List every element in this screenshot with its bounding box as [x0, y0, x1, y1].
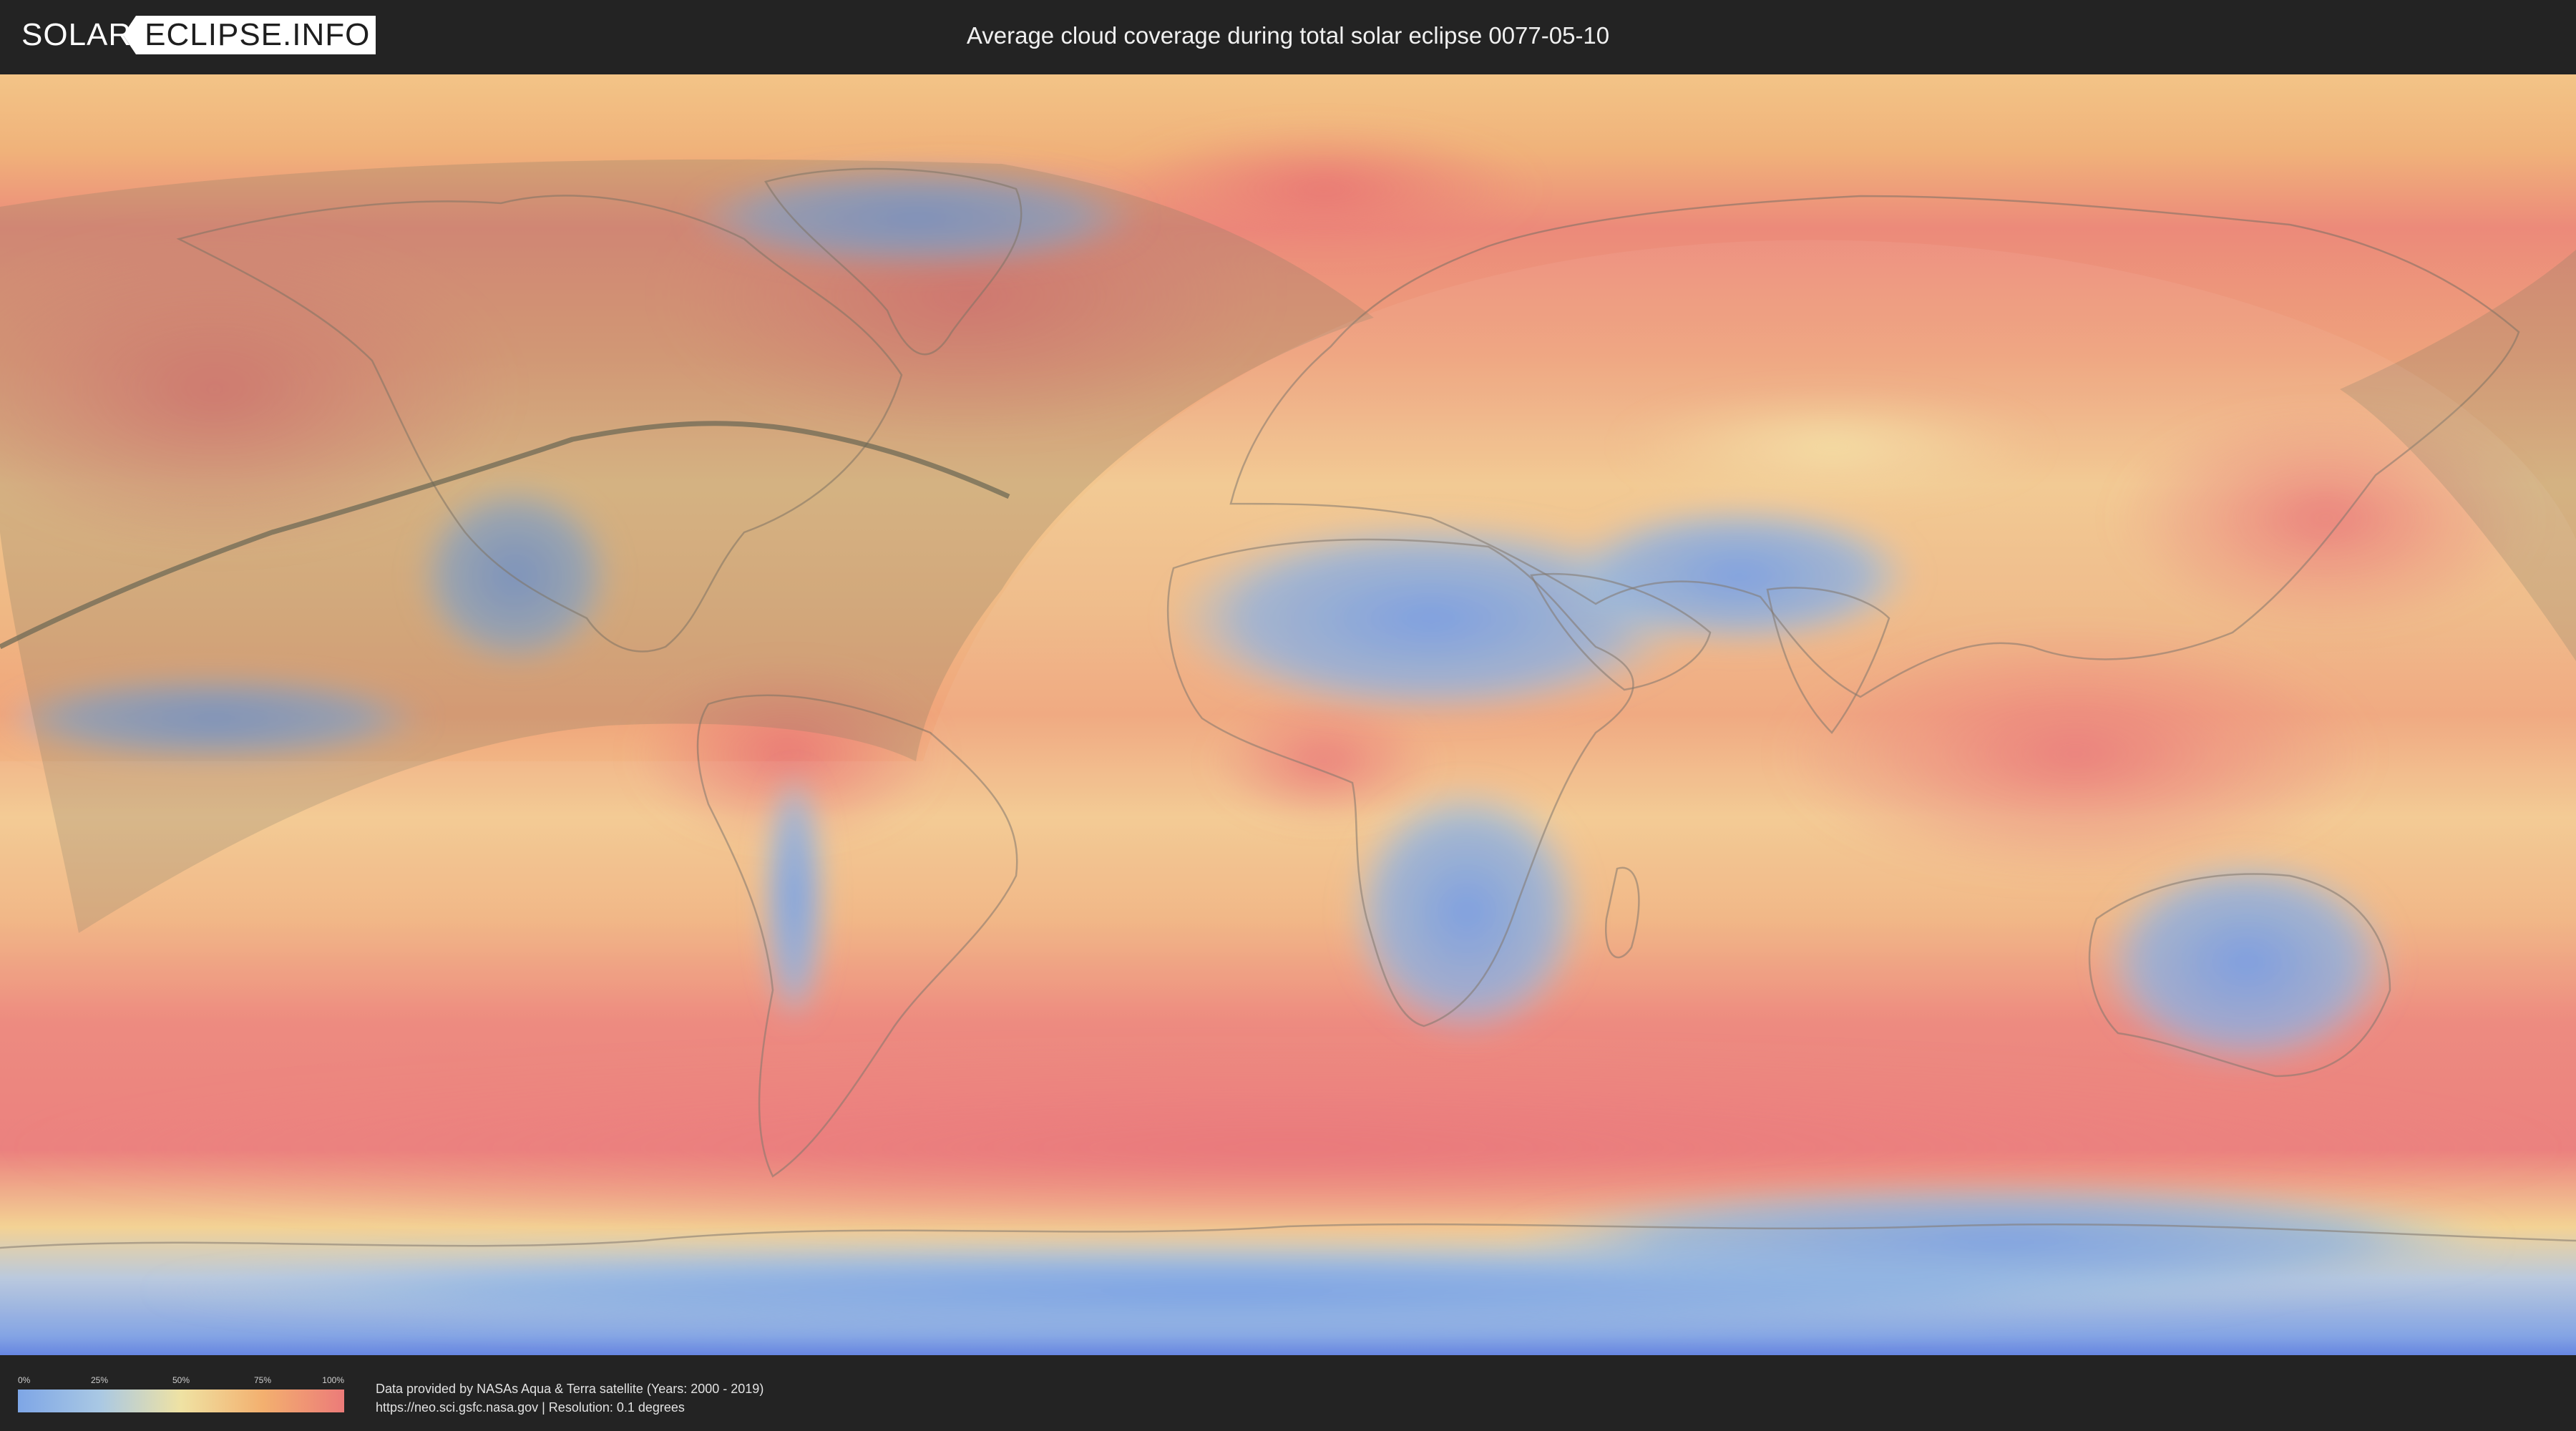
cloud-coverage-map[interactable] [0, 74, 2576, 1355]
legend-color-bar [18, 1390, 344, 1412]
legend-tick-50: 50% [172, 1375, 190, 1385]
legend-ticks: 0% 25% 50% 75% 100% [18, 1375, 344, 1387]
header: SOLAR ECLIPSE.INFO Average cloud coverag… [0, 0, 2576, 72]
cloud-coverage-legend: 0% 25% 50% 75% 100% [18, 1375, 344, 1412]
world-map-svg [0, 74, 2576, 1355]
legend-tick-75: 75% [253, 1375, 272, 1385]
footer: 0% 25% 50% 75% 100% Data provided by NAS… [0, 1359, 2576, 1431]
legend-tick-0: 0% [18, 1375, 31, 1385]
source-line-2[interactable]: https://neo.sci.gsfc.nasa.gov | Resoluti… [376, 1398, 763, 1417]
legend-tick-25: 25% [90, 1375, 109, 1385]
page-title: Average cloud coverage during total sola… [966, 22, 1610, 49]
legend-tick-100: 100% [322, 1375, 344, 1385]
data-source: Data provided by NASAs Aqua & Terra sate… [376, 1379, 763, 1417]
source-line-1: Data provided by NASAs Aqua & Terra sate… [376, 1382, 764, 1396]
